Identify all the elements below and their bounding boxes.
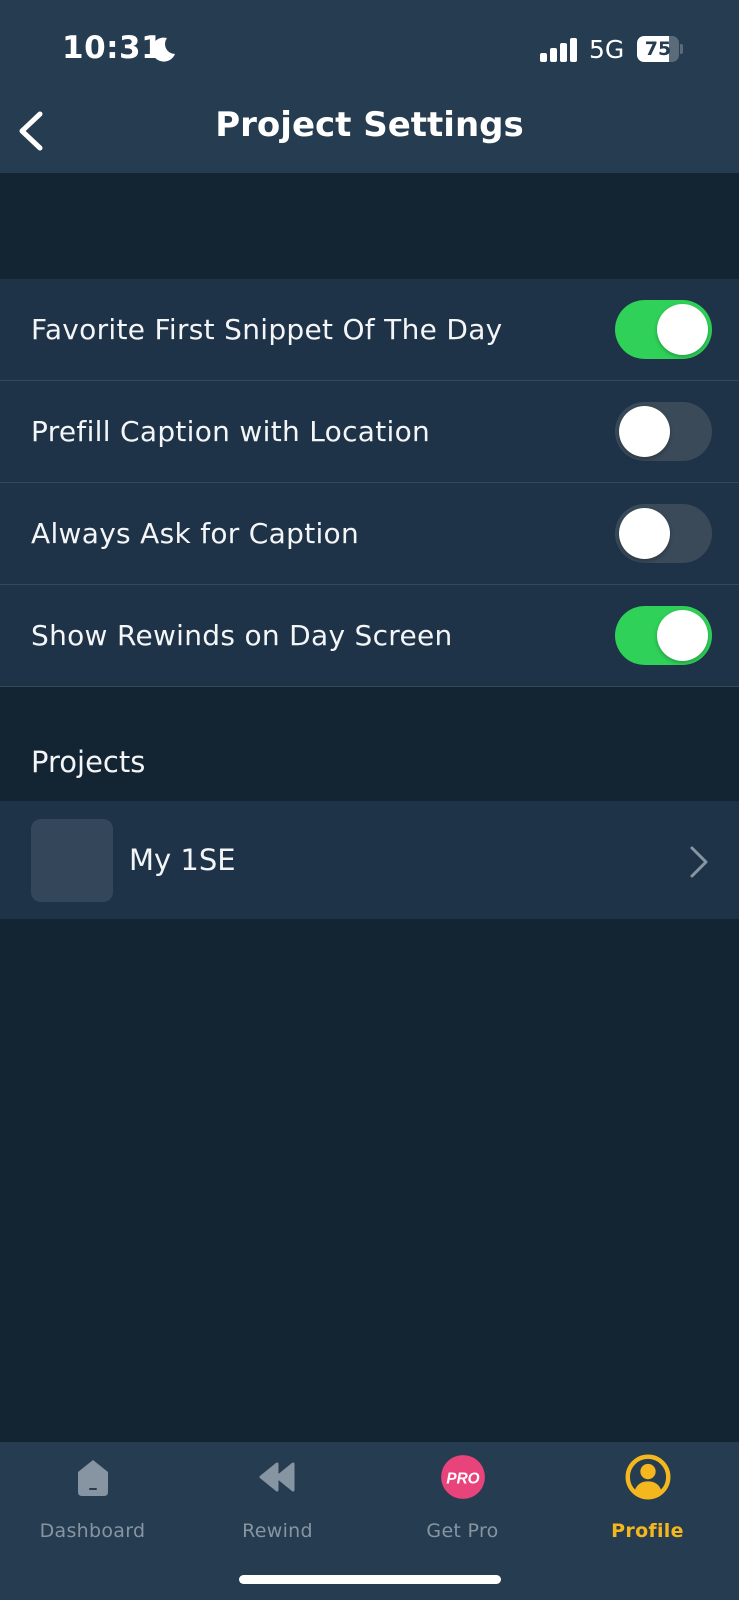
status-bar: 10:31 5G 75 [0,0,739,100]
setting-row-favorite-first-snippet: Favorite First Snippet Of The Day [0,279,739,381]
setting-row-show-rewinds: Show Rewinds on Day Screen [0,585,739,687]
setting-label: Favorite First Snippet Of The Day [31,313,503,346]
setting-label: Always Ask for Caption [31,517,360,550]
network-type: 5G [589,35,625,64]
setting-label: Show Rewinds on Day Screen [31,619,453,652]
page-title: Project Settings [215,105,524,145]
tab-label: Get Pro [426,1520,499,1542]
favorite-first-snippet-toggle[interactable] [615,300,712,359]
tab-label: Dashboard [39,1520,146,1542]
tab-rewind[interactable]: Rewind [185,1442,370,1552]
toggle-knob [619,508,670,559]
setting-label: Prefill Caption with Location [31,415,431,448]
toggle-knob [619,406,670,457]
home-icon [78,1460,108,1496]
tab-profile[interactable]: Profile [555,1442,739,1552]
tab-dashboard[interactable]: Dashboard [0,1442,185,1552]
header: 10:31 5G 75 Project Settings [0,0,739,173]
screen: 10:31 5G 75 Project Settings Favorite Fi… [0,0,739,1600]
show-rewinds-toggle[interactable] [615,606,712,665]
tab-label: Rewind [242,1520,313,1542]
pro-badge-text: PRO [446,1471,479,1488]
moon-icon [151,37,175,62]
pro-badge-icon: PRO [441,1455,485,1499]
battery-icon: 75 [637,36,683,62]
toggle-knob [657,304,708,355]
rewind-icon [259,1462,295,1492]
always-ask-caption-toggle[interactable] [615,504,712,563]
project-name: My 1SE [129,843,236,877]
battery-level: 75 [644,38,672,60]
setting-row-always-ask-caption: Always Ask for Caption [0,483,739,585]
projects-section-title: Projects [31,745,146,779]
signal-icon [540,38,577,62]
toggle-knob [657,610,708,661]
home-indicator[interactable] [239,1575,501,1584]
prefill-caption-toggle[interactable] [615,402,712,461]
tab-get-pro[interactable]: PRO Get Pro [370,1442,555,1552]
project-row[interactable]: My 1SE [0,801,739,919]
tab-label: Profile [611,1520,684,1542]
settings-list: Favorite First Snippet Of The Day Prefil… [0,279,739,687]
profile-icon [625,1454,671,1500]
project-thumbnail [31,819,113,902]
setting-row-prefill-caption: Prefill Caption with Location [0,381,739,483]
status-time: 10:31 [62,30,164,66]
chevron-right-icon [690,846,708,878]
